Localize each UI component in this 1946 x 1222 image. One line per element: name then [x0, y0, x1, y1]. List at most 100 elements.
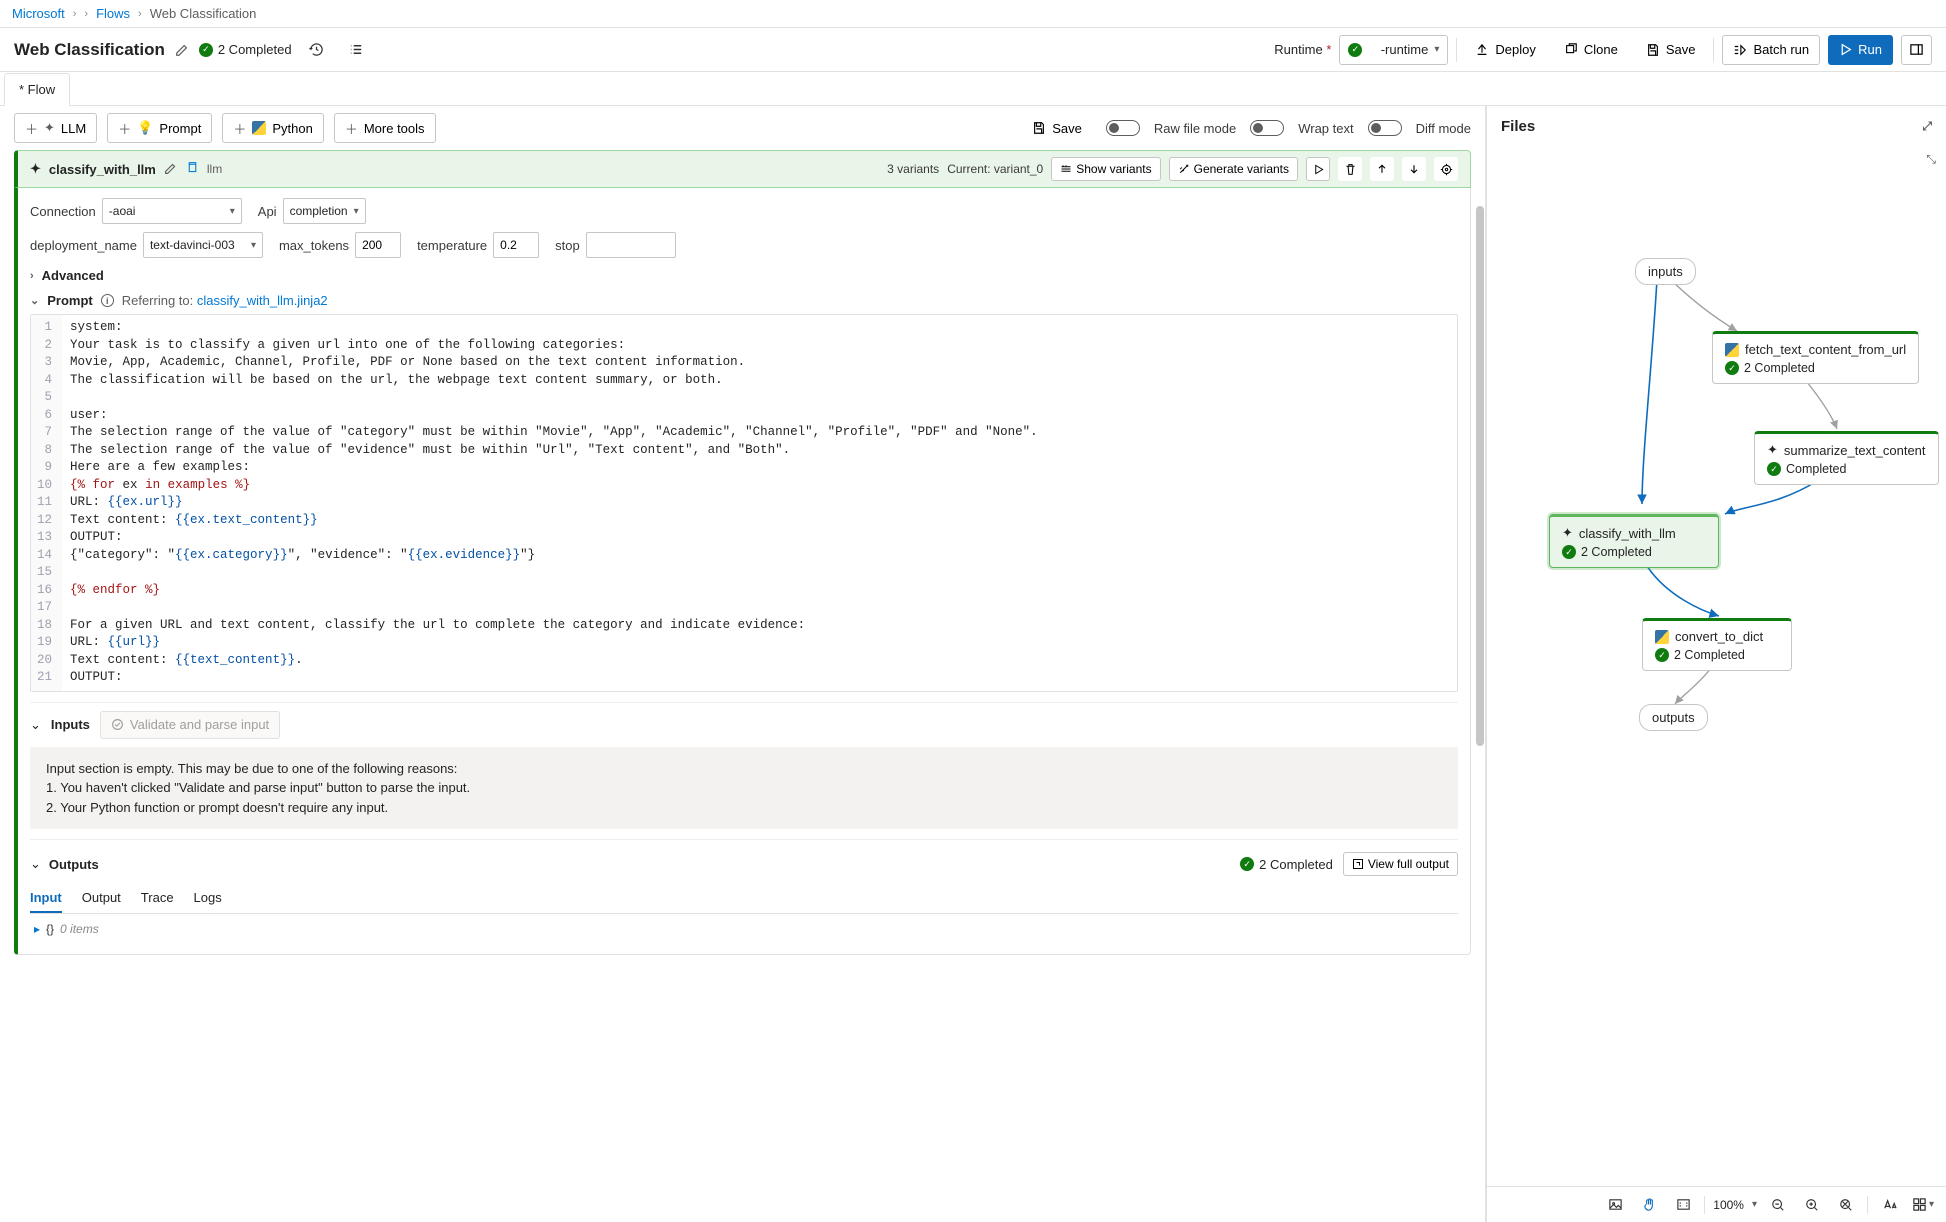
zoom-fit-icon[interactable] [1833, 1192, 1859, 1218]
chevron-right-icon: › [138, 8, 142, 20]
chevron-down-icon: ▾ [1434, 44, 1439, 55]
page-title: Web Classification [14, 40, 165, 60]
runtime-select[interactable]: ✓ -runtime ▾ [1339, 35, 1448, 65]
text-size-icon[interactable] [1876, 1192, 1902, 1218]
deployment-label: deployment_name [30, 238, 137, 253]
history-icon[interactable] [302, 35, 332, 65]
code-content[interactable]: system: Your task is to classify a given… [62, 315, 1457, 691]
api-select[interactable]: completion▾ [283, 198, 366, 224]
outputs-title: Outputs [49, 857, 99, 872]
wrap-text-label: Wrap text [1298, 121, 1353, 136]
fit-screen-icon[interactable] [1670, 1192, 1696, 1218]
generate-variants-button[interactable]: Generate variants [1169, 157, 1298, 181]
diff-mode-toggle[interactable] [1368, 120, 1402, 136]
tab-input[interactable]: Input [30, 884, 62, 913]
view-full-output-button[interactable]: View full output [1343, 852, 1458, 876]
connection-label: Connection [30, 204, 96, 219]
layout-icon[interactable]: ▾ [1910, 1192, 1936, 1218]
graph-node-fetch[interactable]: fetch_text_content_from_url ✓2 Completed [1712, 331, 1919, 384]
graph-canvas[interactable]: ⤡ inputs fetch_text_content_from_url ✓2 … [1487, 146, 1946, 1186]
edit-icon[interactable] [175, 43, 189, 57]
hand-icon[interactable] [1636, 1192, 1662, 1218]
play-icon[interactable] [1306, 157, 1330, 181]
prompt-section[interactable]: ⌄ Prompt i Referring to: classify_with_l… [30, 293, 1458, 308]
max-tokens-label: max_tokens [279, 238, 349, 253]
expand-icon[interactable]: ⤢ [1922, 119, 1932, 134]
list-icon[interactable] [342, 35, 372, 65]
breadcrumb-flows[interactable]: Flows [96, 6, 130, 21]
llm-icon: ✦ [30, 161, 41, 177]
line-gutter: 123456789101112131415161718192021 [31, 315, 62, 691]
connection-select[interactable]: -aoai▾ [102, 198, 242, 224]
variants-count: 3 variants [887, 162, 939, 176]
zoom-in-icon[interactable] [1799, 1192, 1825, 1218]
chevron-down-icon[interactable]: ⌄ [30, 717, 41, 733]
add-llm-button[interactable]: ＋✦LLM [14, 113, 97, 143]
status-badge: ✓ 2 Completed [199, 42, 292, 57]
advanced-section[interactable]: › Advanced [30, 268, 1458, 283]
info-icon[interactable]: i [101, 294, 114, 307]
deployment-select[interactable]: text-davinci-003▾ [143, 232, 263, 258]
edit-icon[interactable] [164, 162, 178, 176]
tab-flow[interactable]: * Flow [4, 73, 70, 106]
move-down-icon[interactable] [1402, 157, 1426, 181]
check-icon: ✓ [1348, 43, 1362, 57]
show-variants-button[interactable]: Show variants [1051, 157, 1160, 181]
temperature-input[interactable] [493, 232, 539, 258]
chevron-down-icon[interactable]: ⌄ [30, 856, 41, 872]
llm-icon: ✦ [1767, 442, 1778, 458]
add-python-button[interactable]: ＋Python [222, 113, 324, 143]
output-tabs: Input Output Trace Logs [30, 884, 1458, 914]
breadcrumb-root[interactable]: Microsoft [12, 6, 65, 21]
refer-link[interactable]: classify_with_llm.jinja2 [197, 293, 328, 308]
panel-toggle-button[interactable] [1901, 35, 1932, 65]
run-button[interactable]: Run [1828, 35, 1893, 65]
tab-trace[interactable]: Trace [141, 884, 174, 913]
node-name: classify_with_llm [49, 162, 156, 177]
move-up-icon[interactable] [1370, 157, 1394, 181]
clone-button[interactable]: Clone [1554, 35, 1628, 65]
toolbar: ＋✦LLM ＋💡Prompt ＋Python ＋More tools Save … [0, 106, 1485, 150]
max-tokens-input[interactable] [355, 232, 401, 258]
graph-node-outputs[interactable]: outputs [1639, 704, 1708, 731]
node-body: Connection -aoai▾ Api completion▾ deploy… [14, 188, 1471, 955]
zoom-level: 100% [1713, 1198, 1744, 1212]
validate-parse-button[interactable]: Validate and parse input [100, 711, 280, 739]
copy-icon[interactable] [186, 161, 199, 177]
tab-logs[interactable]: Logs [194, 884, 222, 913]
target-icon[interactable] [1434, 157, 1458, 181]
chevron-down-icon[interactable]: ▾ [1752, 1199, 1757, 1210]
runtime-label: Runtime * [1274, 42, 1331, 57]
batch-run-button[interactable]: Batch run [1722, 35, 1820, 65]
output-placeholder: ▸ {} 0 items [30, 914, 1458, 944]
scrollbar[interactable] [1476, 206, 1484, 746]
inputs-empty-message: Input section is empty. This may be due … [30, 747, 1458, 830]
deploy-button[interactable]: Deploy [1465, 35, 1545, 65]
graph-node-convert[interactable]: convert_to_dict ✓2 Completed [1642, 618, 1792, 671]
diff-mode-label: Diff mode [1416, 121, 1471, 136]
wrap-text-toggle[interactable] [1250, 120, 1284, 136]
zoom-out-icon[interactable] [1765, 1192, 1791, 1218]
save-button[interactable]: Save [1636, 35, 1706, 65]
expand-icon[interactable]: ▸ [34, 922, 40, 936]
graph-node-classify[interactable]: ✦classify_with_llm ✓2 Completed [1549, 514, 1719, 568]
stop-input[interactable] [586, 232, 676, 258]
image-icon[interactable] [1602, 1192, 1628, 1218]
raw-file-toggle[interactable] [1106, 120, 1140, 136]
breadcrumb: Microsoft › › Flows › Web Classification [0, 0, 1946, 28]
python-icon [252, 121, 266, 135]
collapse-icon[interactable]: ⤡ [1926, 152, 1936, 167]
editor-save-button[interactable]: Save [1022, 113, 1092, 143]
stop-label: stop [555, 238, 580, 253]
tab-output[interactable]: Output [82, 884, 121, 913]
graph-node-inputs[interactable]: inputs [1635, 258, 1696, 285]
code-editor[interactable]: 123456789101112131415161718192021 system… [30, 314, 1458, 692]
check-icon: ✓ [199, 43, 213, 57]
delete-icon[interactable] [1338, 157, 1362, 181]
graph-node-summarize[interactable]: ✦summarize_text_content ✓Completed [1754, 431, 1939, 485]
graph-footer: 100% ▾ ▾ [1487, 1186, 1946, 1222]
inputs-title: Inputs [51, 717, 90, 732]
add-prompt-button[interactable]: ＋💡Prompt [107, 113, 212, 143]
more-tools-button[interactable]: ＋More tools [334, 113, 436, 143]
node-header: ✦ classify_with_llm llm 3 variants Curre… [14, 150, 1471, 188]
